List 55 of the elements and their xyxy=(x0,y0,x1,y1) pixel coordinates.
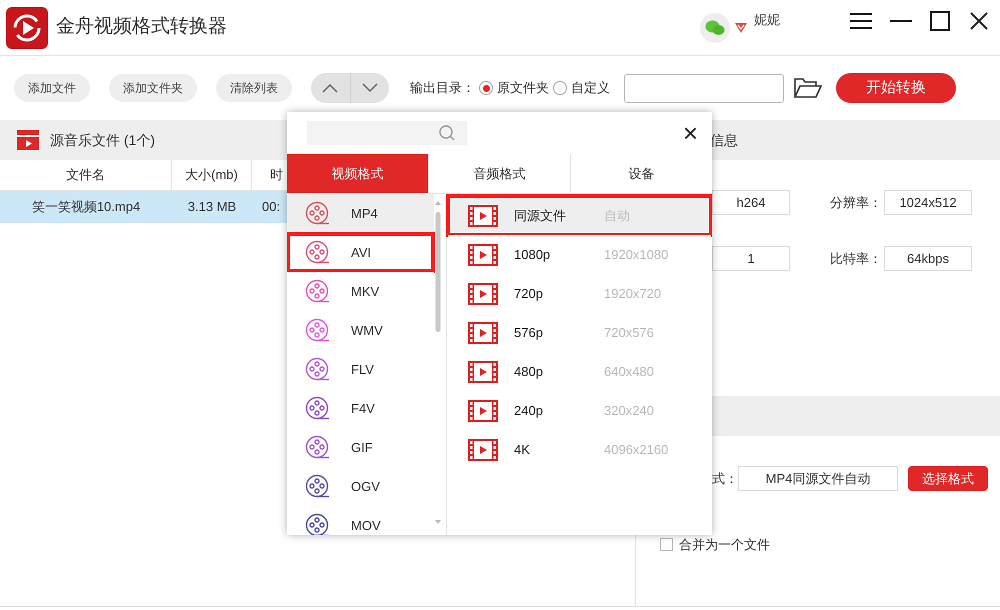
app-title: 金舟视频格式转换器 xyxy=(56,15,227,40)
radio-button[interactable] xyxy=(479,81,493,95)
video-icon xyxy=(468,438,498,460)
field-label: 分辨率： xyxy=(830,194,883,212)
checkbox[interactable] xyxy=(660,538,673,552)
menu-icon[interactable] xyxy=(850,12,872,30)
radio-label: 原文件夹 xyxy=(497,79,549,98)
radio-button[interactable] xyxy=(553,81,567,95)
output-label: 输出目录： xyxy=(410,79,475,98)
diamond-icon xyxy=(734,22,748,34)
radio-label: 自定义 xyxy=(571,79,610,98)
format-field[interactable]: MP4同源文件自动 xyxy=(738,466,898,491)
checkbox-label: 合并为一个文件 xyxy=(679,536,770,554)
table-cell-text: 3.13 MB xyxy=(186,198,238,216)
video-icon xyxy=(468,400,498,422)
column-header: 文件名 xyxy=(0,160,172,190)
app-logo xyxy=(6,6,48,48)
up-icon[interactable] xyxy=(322,83,338,93)
close-button[interactable]: × xyxy=(682,120,698,146)
toolbar-button[interactable]: 清除列表 xyxy=(216,74,292,102)
column-header: 大小(mb) xyxy=(172,160,252,190)
value-field[interactable]: 1024x512 xyxy=(884,190,972,215)
format-tab[interactable]: 视频格式 xyxy=(287,154,428,193)
format-item[interactable]: MOV xyxy=(287,506,434,535)
down-icon[interactable] xyxy=(362,83,378,93)
video-icon xyxy=(468,282,498,304)
start-convert-button[interactable]: 开始转换 xyxy=(836,73,956,103)
search-icon[interactable] xyxy=(438,124,456,142)
folder-icon[interactable] xyxy=(794,78,822,98)
video-icon xyxy=(468,322,498,344)
toolbar-button[interactable]: 添加文件夹 xyxy=(109,74,197,102)
format-tab[interactable]: 设备 xyxy=(570,154,712,193)
field-label: 式： xyxy=(712,470,738,488)
value-field[interactable]: h264 xyxy=(712,190,790,215)
table-cell-text: 00: xyxy=(261,198,282,216)
choose-format-button[interactable]: 选择格式 xyxy=(908,466,988,491)
close-icon[interactable] xyxy=(970,12,988,30)
wechat-icon xyxy=(700,12,730,42)
output-path-field[interactable] xyxy=(624,74,784,102)
table-cell-text: 笑一笑视频10.mp4 xyxy=(30,198,142,216)
toolbar-button[interactable]: 添加文件 xyxy=(14,74,90,102)
video-icon xyxy=(468,244,498,266)
search-field[interactable] xyxy=(307,121,467,145)
field-label: 比特率： xyxy=(830,250,883,268)
panel-title: 信息 xyxy=(710,130,738,150)
format-item[interactable]: MP4 xyxy=(287,194,434,233)
clapperboard-icon xyxy=(16,129,40,151)
user-name[interactable]: 妮妮 xyxy=(754,10,780,30)
video-icon xyxy=(468,360,498,382)
format-item[interactable]: AVI xyxy=(287,233,434,272)
value-field[interactable]: 64kbps xyxy=(884,246,972,271)
panel-title: 源音乐文件 (1个) xyxy=(50,130,155,150)
video-icon xyxy=(468,204,498,226)
value-field[interactable]: 1 xyxy=(712,246,790,271)
maximize-icon[interactable] xyxy=(930,10,950,30)
